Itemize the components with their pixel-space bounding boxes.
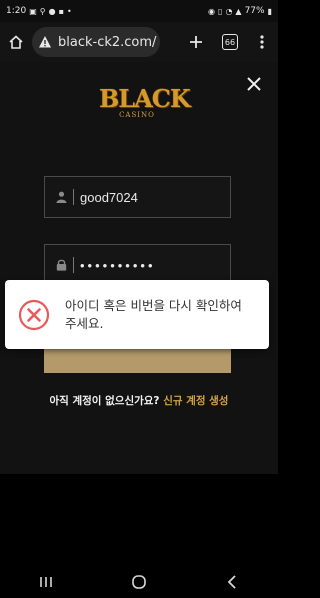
login-button[interactable] xyxy=(44,347,231,373)
chat-icon: ● xyxy=(48,6,56,16)
url-text: black-ck2.com/ xyxy=(58,34,157,50)
plus-icon xyxy=(190,36,202,48)
address-bar[interactable]: black-ck2.com/ xyxy=(32,27,160,57)
field-divider xyxy=(73,189,74,205)
dot-icon: • xyxy=(67,6,72,16)
gallery-icon: ▣ xyxy=(29,6,37,16)
close-button[interactable] xyxy=(244,74,264,94)
status-bar: 1:20 ▣ ⚲ ● ▪ • ◉ ▯ ◔ ▲ 77% ▮ xyxy=(0,0,278,22)
recent-apps-icon xyxy=(40,577,53,587)
error-icon xyxy=(18,299,50,330)
vibrate-icon: ▯ xyxy=(218,6,223,16)
home-nav-button[interactable] xyxy=(119,570,159,594)
system-nav-bar xyxy=(0,566,278,598)
username-field[interactable]: good7024 xyxy=(44,176,231,218)
password-value: •••••••••• xyxy=(80,257,156,273)
status-right: ◉ ▯ ◔ ▲ 77% ▮ xyxy=(208,6,272,16)
field-divider xyxy=(73,257,74,273)
back-button[interactable] xyxy=(212,570,252,594)
login-page: BLACK CASINO good7024 •••••••••• 아직 계정이 … xyxy=(0,62,278,474)
home-circle-icon xyxy=(132,575,146,589)
battery-icon: ▮ xyxy=(267,6,272,16)
user-icon xyxy=(55,191,67,203)
back-icon xyxy=(227,575,236,589)
tabs-switcher-button[interactable]: 66 xyxy=(218,30,242,54)
error-alert: 아이디 혹은 비번을 다시 확인하여 주세요. xyxy=(5,280,269,349)
link-icon: ⚲ xyxy=(39,6,46,16)
close-icon xyxy=(247,77,261,91)
signup-prompt: 아직 계정이 없으신가요? 신규 계정 생성 xyxy=(30,391,248,411)
site-logo: BLACK CASINO xyxy=(99,84,191,126)
tabs-count: 66 xyxy=(222,34,238,50)
signal-icon: ▲ xyxy=(235,6,242,16)
alarm-icon: ◉ xyxy=(208,6,216,16)
recent-apps-button[interactable] xyxy=(26,570,66,594)
logo-word: BLACK xyxy=(99,84,191,113)
message-icon: ▪ xyxy=(58,6,65,16)
home-button[interactable] xyxy=(4,30,28,54)
status-left: 1:20 ▣ ⚲ ● ▪ • xyxy=(6,6,72,16)
more-vert-icon xyxy=(260,35,264,49)
username-value: good7024 xyxy=(80,189,138,205)
warning-icon[interactable] xyxy=(38,35,52,49)
page-bottom-area xyxy=(0,474,278,566)
battery-percent: 77% xyxy=(244,6,265,16)
lock-icon xyxy=(55,259,67,271)
wifi-icon: ◔ xyxy=(225,6,233,16)
browser-menu-button[interactable] xyxy=(250,30,274,54)
browser-toolbar: black-ck2.com/ 66 xyxy=(0,22,278,62)
signup-question: 아직 계정이 없으신가요? xyxy=(49,395,160,407)
status-time: 1:20 xyxy=(6,6,27,16)
new-tab-button[interactable] xyxy=(184,30,208,54)
signup-link[interactable]: 신규 계정 생성 xyxy=(163,395,228,407)
alert-message: 아이디 혹은 비번을 다시 확인하여 주세요. xyxy=(65,297,242,331)
home-icon xyxy=(9,35,23,49)
